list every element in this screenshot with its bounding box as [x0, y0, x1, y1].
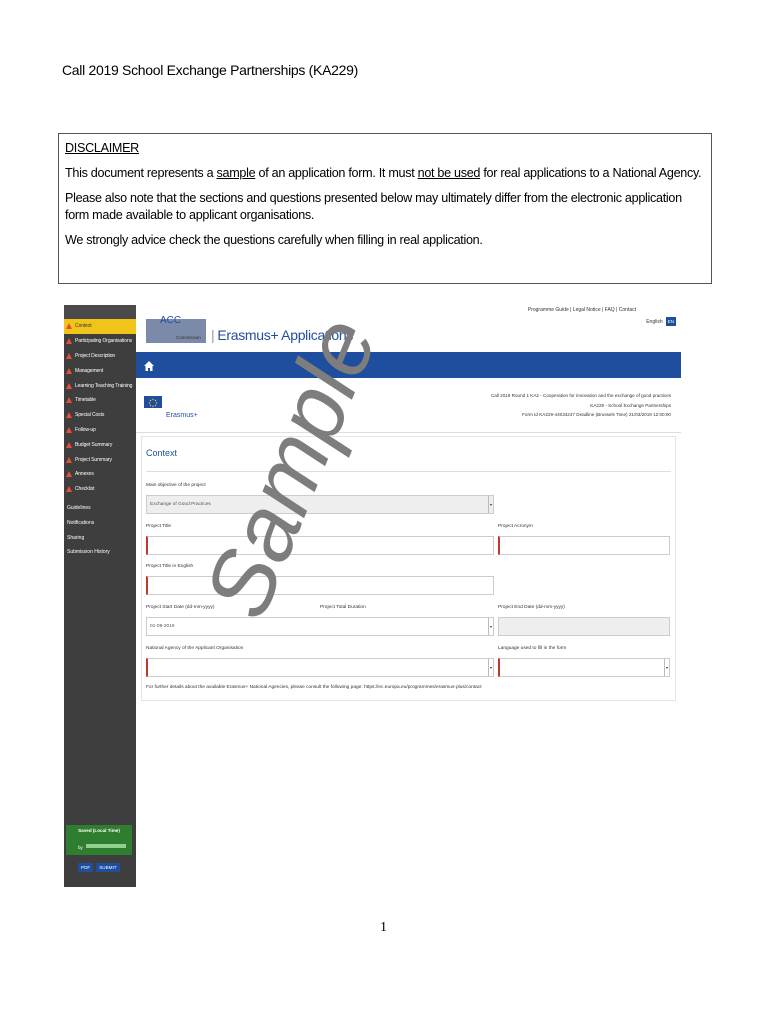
sidebar-nav: Context Participating Organisations Proj… — [64, 319, 136, 497]
sidebar-item-submission-history[interactable]: Submission History — [64, 545, 136, 560]
sidebar-item-management[interactable]: Management — [64, 363, 136, 378]
chevron-down-icon: ▾ — [488, 659, 493, 676]
sidebar-item-learning-teaching-training[interactable]: Learning Teaching Training — [64, 378, 136, 393]
pdf-button[interactable]: PDF — [78, 863, 94, 872]
submit-button[interactable]: SUBMIT — [96, 863, 120, 872]
watermark: Sample — [185, 304, 397, 632]
chevron-down-icon: ▾ — [488, 496, 493, 513]
nav-bar — [136, 352, 681, 378]
top-links[interactable]: Programme Guide | Legal Notice | FAQ | C… — [528, 307, 636, 313]
sidebar-item-participating-organisations[interactable]: Participating Organisations — [64, 334, 136, 349]
project-acronym-label: Project Acronym — [498, 524, 533, 529]
section-title: Context — [146, 448, 178, 458]
language-selector[interactable]: English EN — [646, 317, 676, 326]
disclaimer-paragraph-3: We strongly advice check the questions c… — [65, 233, 483, 247]
header: Programme Guide | Legal Notice | FAQ | C… — [136, 305, 681, 352]
title-english-label: Project Title in English — [146, 564, 194, 569]
warning-icon — [66, 397, 72, 404]
logo-text: ACC — [160, 315, 182, 326]
warning-icon — [66, 323, 72, 330]
warning-icon — [66, 426, 72, 433]
end-date-input — [498, 617, 670, 636]
warning-icon — [66, 338, 72, 345]
warning-icon — [66, 486, 72, 493]
sidebar-item-budget-summary[interactable]: Budget Summary — [64, 437, 136, 452]
warning-icon — [66, 471, 72, 478]
start-date-label: Project Start Date (dd-mm-yyyy) — [146, 605, 215, 610]
sidebar-item-context[interactable]: Context — [64, 319, 136, 334]
sidebar-item-project-description[interactable]: Project Description — [64, 349, 136, 364]
warning-icon — [66, 441, 72, 448]
sidebar-item-timetable[interactable]: Timetable — [64, 393, 136, 408]
disclaimer-box: DISCLAIMER This document represents a sa… — [58, 133, 712, 284]
language-select[interactable]: ▾ — [498, 658, 670, 677]
sidebar-item-project-summary[interactable]: Project Summary — [64, 452, 136, 467]
project-title-label: Project Title — [146, 524, 172, 529]
end-date-label: Project End Date (dd-mm-yyyy) — [498, 605, 565, 610]
sidebar-item-guidelines[interactable]: Guidelines — [64, 501, 136, 516]
sidebar-item-annexes[interactable]: Annexes — [64, 467, 136, 482]
project-acronym-input[interactable] — [498, 536, 670, 555]
sidebar-item-notifications[interactable]: Notifications — [64, 515, 136, 530]
disclaimer-paragraph-1: This document represents a sample of an … — [65, 166, 702, 180]
warning-icon — [66, 382, 72, 389]
document-title: Call 2019 School Exchange Partnerships (… — [62, 62, 358, 78]
language-label: Language used to fill in the form — [498, 646, 567, 651]
chevron-down-icon: ▾ — [664, 659, 669, 676]
sidebar-item-special-costs[interactable]: Special Costs — [64, 408, 136, 423]
eu-flag-icon — [144, 396, 162, 408]
warning-icon — [66, 352, 72, 359]
chevron-down-icon: ▾ — [488, 618, 493, 635]
warning-icon — [66, 456, 72, 463]
sidebar-subnav: Guidelines Notifications Sharing Submiss… — [64, 501, 136, 560]
disclaimer-heading: DISCLAIMER — [65, 141, 139, 155]
main-objective-label: Main objective of the project — [146, 483, 206, 488]
disclaimer-paragraph-2: Please also note that the sections and q… — [65, 191, 682, 222]
app-title: | Erasmus+ Applications — [211, 327, 354, 343]
warning-icon — [66, 412, 72, 419]
call-line: KA229 - School Exchange Partnerships — [590, 402, 671, 408]
home-icon[interactable] — [143, 359, 155, 371]
warning-icon — [66, 367, 72, 374]
erasmus-label: Erasmus+ — [166, 412, 198, 419]
call-line: Form Id KA229-44034247 Deadline (Brussel… — [522, 412, 671, 417]
saved-status: Saved (Local Time) by — [66, 825, 132, 855]
logo-subtext: Commission — [176, 335, 201, 340]
sidebar-item-follow-up[interactable]: Follow-up — [64, 423, 136, 438]
page-number: 1 — [380, 920, 387, 935]
sidebar-item-sharing[interactable]: Sharing — [64, 530, 136, 545]
call-line: Call 2019 Round 1 KA2 - Cooperation for … — [490, 393, 671, 398]
sidebar-item-checklist[interactable]: Checklist — [64, 482, 136, 497]
sidebar: Context Participating Organisations Proj… — [64, 305, 136, 887]
